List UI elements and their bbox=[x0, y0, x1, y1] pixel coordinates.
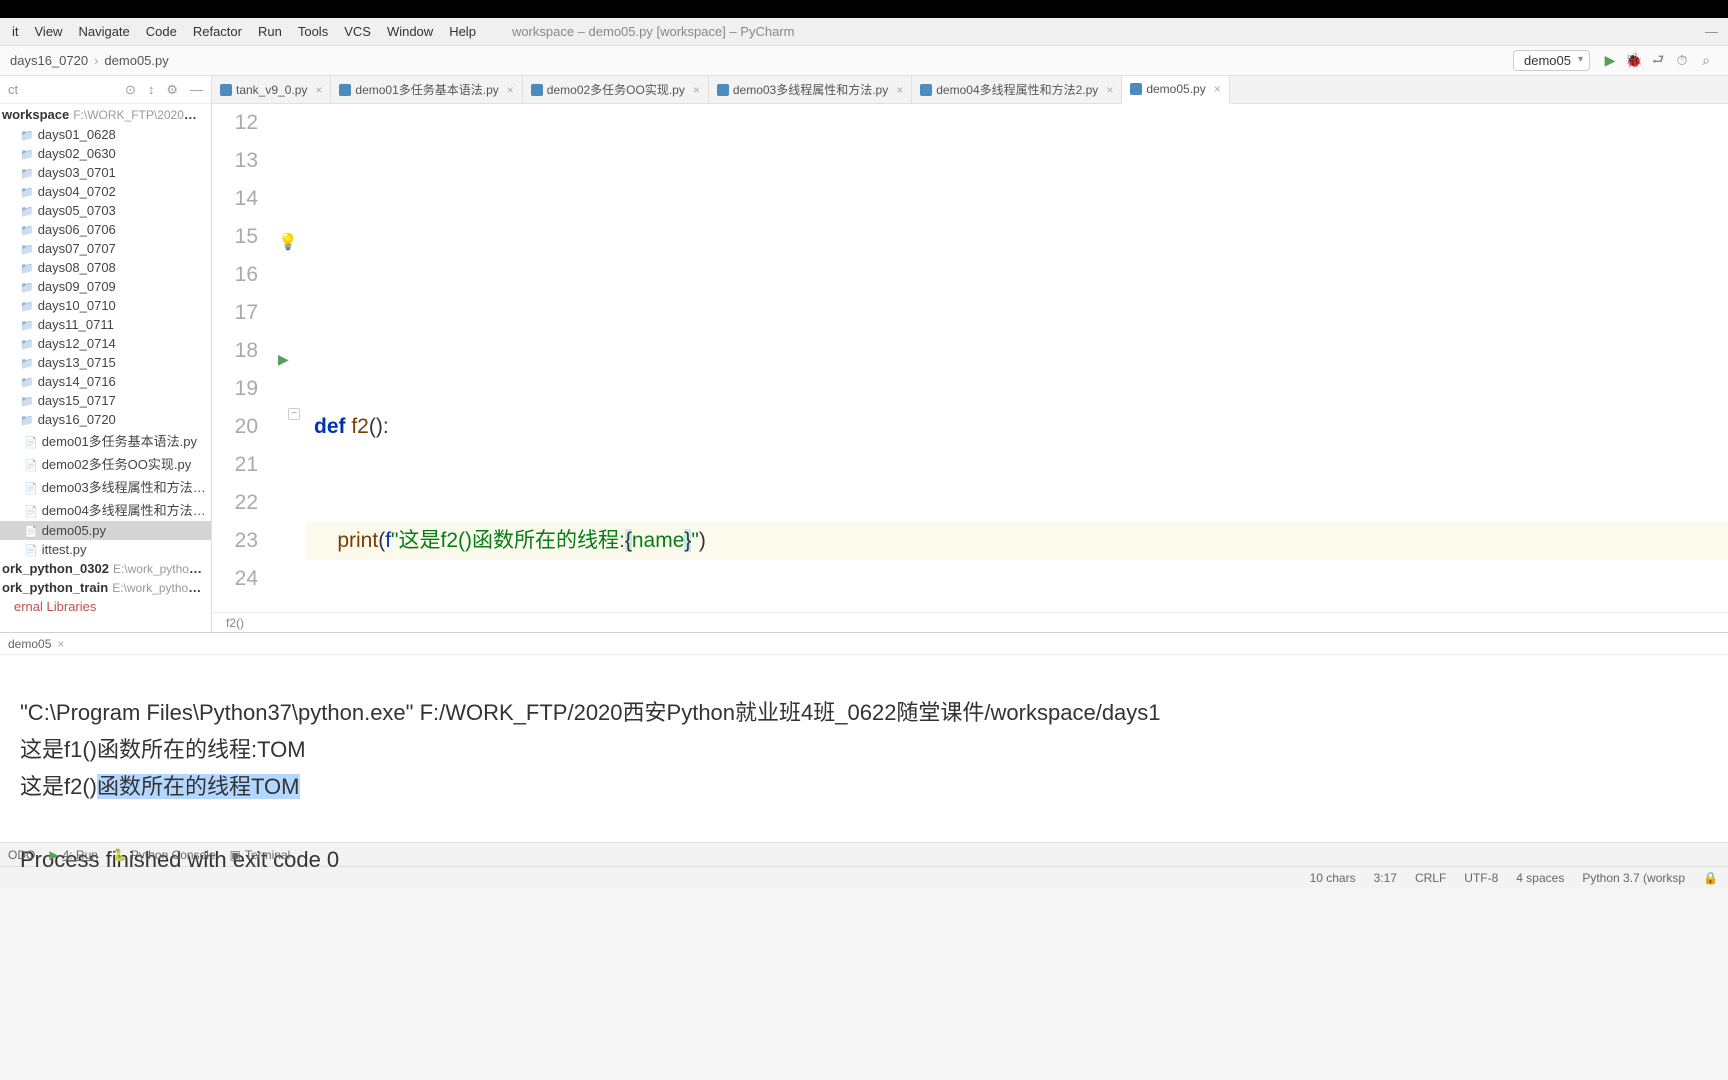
tree-file[interactable]: demo05.py bbox=[0, 521, 211, 540]
status-position[interactable]: 3:17 bbox=[1374, 871, 1397, 885]
python-file-icon bbox=[339, 84, 351, 96]
search-icon[interactable]: ⌕ bbox=[1696, 51, 1716, 71]
tree-folder[interactable]: days03_0701 bbox=[0, 163, 211, 182]
tree-folder[interactable]: days06_0706 bbox=[0, 220, 211, 239]
window-title: workspace – demo05.py [workspace] – PyCh… bbox=[512, 24, 795, 39]
gear-icon[interactable]: ⚙ bbox=[166, 82, 178, 98]
editor-area: tank_v9_0.py×demo01多任务基本语法.py×demo02多任务O… bbox=[212, 76, 1728, 632]
tree-folder[interactable]: days15_0717 bbox=[0, 391, 211, 410]
fold-icon[interactable]: − bbox=[288, 408, 300, 420]
python-file-icon bbox=[220, 84, 232, 96]
external-libraries[interactable]: ernal Libraries bbox=[0, 597, 211, 616]
close-icon[interactable]: × bbox=[693, 83, 700, 97]
tree-folder[interactable]: days09_0709 bbox=[0, 277, 211, 296]
terminal-tab[interactable]: ▣ Terminal bbox=[230, 848, 291, 862]
menu-vcs[interactable]: VCS bbox=[336, 20, 379, 43]
tree-file[interactable]: demo01多任务基本语法.py bbox=[0, 429, 211, 452]
menu-help[interactable]: Help bbox=[441, 20, 484, 43]
project-sidebar: ct ⊙ ↕ ⚙ — workspaceF:\WORK_FTP\2020西安Py… bbox=[0, 76, 212, 632]
todo-tab[interactable]: ODO bbox=[8, 848, 35, 862]
python-file-icon bbox=[531, 84, 543, 96]
editor-tab[interactable]: demo03多线程属性和方法.py× bbox=[709, 76, 912, 103]
hide-icon[interactable]: — bbox=[190, 82, 203, 97]
project-label: ct bbox=[8, 82, 18, 97]
menu-tools[interactable]: Tools bbox=[290, 20, 336, 43]
tree-folder[interactable]: days05_0703 bbox=[0, 201, 211, 220]
run-tab-label[interactable]: demo05 bbox=[8, 637, 51, 651]
close-icon[interactable]: × bbox=[315, 83, 322, 97]
tree-folder[interactable]: days13_0715 bbox=[0, 353, 211, 372]
tree-folder[interactable]: days02_0630 bbox=[0, 144, 211, 163]
status-selection: 10 chars bbox=[1310, 871, 1356, 885]
breadcrumb-folder[interactable]: days16_0720 bbox=[10, 53, 104, 68]
gutter-icons: 💡 ▶ bbox=[270, 104, 306, 612]
tree-folder[interactable]: days07_0707 bbox=[0, 239, 211, 258]
intention-bulb-icon[interactable]: 💡 bbox=[278, 224, 298, 262]
close-icon[interactable]: × bbox=[1214, 82, 1221, 96]
menu-edit[interactable]: it bbox=[4, 20, 27, 43]
editor-tab[interactable]: demo02多任务OO实现.py× bbox=[523, 76, 709, 103]
editor-tab[interactable]: tank_v9_0.py× bbox=[212, 76, 331, 103]
run-tool-window: demo05 × "C:\Program Files\Python37\pyth… bbox=[0, 632, 1728, 842]
code-content[interactable]: −def f2(): print(f"这是f2()函数所在的线程:{name}"… bbox=[306, 104, 1728, 612]
tree-folder[interactable]: days16_0720 bbox=[0, 410, 211, 429]
status-encoding[interactable]: UTF-8 bbox=[1464, 871, 1498, 885]
tree-project[interactable]: ork_python_0302E:\work_python_0302 bbox=[0, 559, 211, 578]
tree-folder[interactable]: days01_0628 bbox=[0, 125, 211, 144]
python-console-tab[interactable]: 🐍 Python Console bbox=[112, 848, 216, 862]
menu-code[interactable]: Code bbox=[138, 20, 185, 43]
menu-navigate[interactable]: Navigate bbox=[70, 20, 137, 43]
tree-folder[interactable]: days14_0716 bbox=[0, 372, 211, 391]
profile-icon[interactable]: ⏱ bbox=[1672, 51, 1692, 71]
expand-icon[interactable]: ↕ bbox=[148, 82, 155, 97]
status-interpreter[interactable]: Python 3.7 (worksp bbox=[1582, 871, 1685, 885]
python-file-icon bbox=[920, 84, 932, 96]
lock-icon[interactable]: 🔒 bbox=[1703, 871, 1718, 885]
close-icon[interactable]: × bbox=[57, 637, 64, 651]
tree-file[interactable]: ittest.py bbox=[0, 540, 211, 559]
minimize-icon[interactable]: — bbox=[1705, 24, 1718, 39]
tree-folder[interactable]: days12_0714 bbox=[0, 334, 211, 353]
run-line-icon[interactable]: ▶ bbox=[278, 340, 289, 378]
run-icon[interactable]: ▶ bbox=[1600, 51, 1620, 71]
project-tree[interactable]: workspaceF:\WORK_FTP\2020西安Python days01… bbox=[0, 104, 211, 632]
menu-bar: it View Navigate Code Refactor Run Tools… bbox=[0, 18, 1728, 46]
navigation-bar: days16_0720 demo05.py demo05 ▶ 🐞 ⮐ ⏱ ⌕ bbox=[0, 46, 1728, 76]
editor-tabs: tank_v9_0.py×demo01多任务基本语法.py×demo02多任务O… bbox=[212, 76, 1728, 104]
tree-folder[interactable]: days11_0711 bbox=[0, 315, 211, 334]
close-icon[interactable]: × bbox=[1106, 83, 1113, 97]
line-gutter: 12131415161718192021222324 bbox=[212, 104, 270, 612]
menu-window[interactable]: Window bbox=[379, 20, 441, 43]
breadcrumb-file[interactable]: demo05.py bbox=[104, 53, 168, 68]
tree-file[interactable]: demo02多任务OO实现.py bbox=[0, 452, 211, 475]
editor-tab[interactable]: demo01多任务基本语法.py× bbox=[331, 76, 522, 103]
editor-tab[interactable]: demo04多线程属性和方法2.py× bbox=[912, 76, 1122, 103]
tree-folder[interactable]: days04_0702 bbox=[0, 182, 211, 201]
status-eol[interactable]: CRLF bbox=[1415, 871, 1446, 885]
run-config-selector[interactable]: demo05 bbox=[1513, 50, 1590, 71]
run-tab[interactable]: ▶4: Run bbox=[49, 848, 98, 862]
debug-icon[interactable]: 🐞 bbox=[1624, 51, 1644, 71]
status-indent[interactable]: 4 spaces bbox=[1516, 871, 1564, 885]
editor-breadcrumb[interactable]: f2() bbox=[212, 612, 1728, 632]
close-icon[interactable]: × bbox=[896, 83, 903, 97]
menu-run[interactable]: Run bbox=[250, 20, 290, 43]
tree-root[interactable]: workspaceF:\WORK_FTP\2020西安Python bbox=[0, 104, 211, 125]
tree-file[interactable]: demo03多线程属性和方法.py bbox=[0, 475, 211, 498]
tree-folder[interactable]: days10_0710 bbox=[0, 296, 211, 315]
python-file-icon bbox=[1130, 83, 1142, 95]
editor-tab[interactable]: demo05.py× bbox=[1122, 76, 1229, 104]
close-icon[interactable]: × bbox=[507, 83, 514, 97]
coverage-icon[interactable]: ⮐ bbox=[1648, 51, 1668, 71]
tree-folder[interactable]: days08_0708 bbox=[0, 258, 211, 277]
title-bar-black bbox=[0, 0, 1728, 18]
tree-file[interactable]: demo04多线程属性和方法2.py bbox=[0, 498, 211, 521]
menu-view[interactable]: View bbox=[27, 20, 71, 43]
menu-refactor[interactable]: Refactor bbox=[185, 20, 250, 43]
code-editor[interactable]: 12131415161718192021222324 💡 ▶ −def f2()… bbox=[212, 104, 1728, 612]
sidebar-toolbar: ct ⊙ ↕ ⚙ — bbox=[0, 76, 211, 104]
select-opened-icon[interactable]: ⊙ bbox=[125, 82, 136, 98]
tree-project[interactable]: ork_python_trainE:\work_python_train bbox=[0, 578, 211, 597]
python-file-icon bbox=[717, 84, 729, 96]
